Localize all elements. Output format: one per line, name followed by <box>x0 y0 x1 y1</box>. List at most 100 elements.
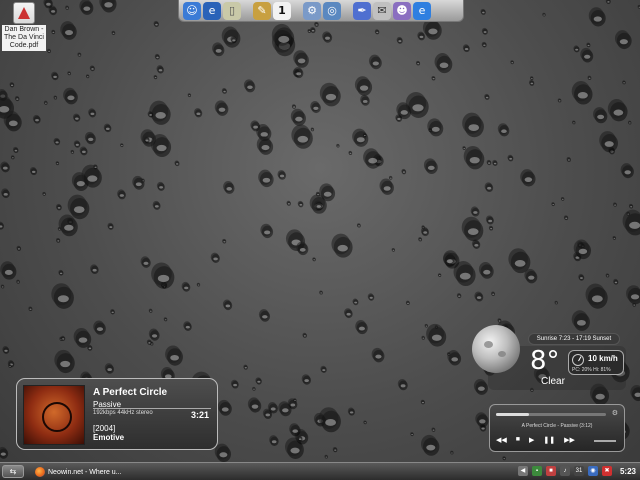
raindrop <box>132 175 145 190</box>
raindrop <box>374 29 380 35</box>
next-button[interactable]: ▶▶ <box>564 436 575 444</box>
raindrop <box>319 82 341 107</box>
raindrop <box>65 5 69 10</box>
ie-icon[interactable]: e <box>203 1 221 20</box>
raindrop <box>332 446 338 453</box>
wind-panel: 10 km/h PC: 20% Hi: 81% <box>568 350 624 375</box>
pen-icon[interactable]: ✒ <box>353 1 371 20</box>
music-widget[interactable]: A Perfect Circle Passive 192kbps 44kHz s… <box>16 378 218 450</box>
raindrop <box>310 26 316 34</box>
raindrop <box>222 238 227 244</box>
raindrop <box>104 363 115 374</box>
tools-icon[interactable]: ✎ <box>253 1 271 20</box>
raindrop <box>434 53 453 74</box>
raindrop <box>310 127 315 132</box>
raindrop <box>14 95 20 102</box>
people-icon[interactable]: ☻ <box>393 1 411 20</box>
volume-slider[interactable] <box>594 440 616 442</box>
raindrop <box>410 432 414 437</box>
raindrop <box>12 146 19 154</box>
raindrop <box>613 278 619 285</box>
system-tray: ◀ ▪ ■ ♪ 31 ◉ ✖ 5:23 <box>517 466 636 476</box>
raindrop <box>153 20 159 28</box>
alert-icon[interactable]: ✖ <box>601 466 612 476</box>
raindrop <box>291 124 313 149</box>
raindrop <box>51 283 74 309</box>
raindrop <box>58 269 64 276</box>
taskbar: ⇆ Neowin.net - Where u... ◀ ▪ ■ ♪ 31 ◉ ✖… <box>0 462 640 480</box>
raindrop <box>456 293 462 299</box>
globe-icon[interactable]: ◎ <box>323 1 341 20</box>
raindrop <box>32 114 41 124</box>
raindrop <box>462 112 484 138</box>
raindrop <box>79 0 94 15</box>
raindrop <box>290 108 306 126</box>
raindrop <box>29 166 38 176</box>
raindrop <box>210 252 220 263</box>
raindrop <box>84 131 96 145</box>
raindrop <box>0 446 9 459</box>
network-icon[interactable]: ▪ <box>531 466 542 476</box>
raindrop <box>405 300 410 306</box>
raindrop <box>528 79 535 86</box>
raindrop <box>0 161 10 173</box>
raindrop <box>9 82 15 88</box>
raindrop <box>230 379 239 389</box>
raindrop <box>319 290 323 295</box>
raindrop <box>588 7 606 27</box>
settings-icon[interactable]: ⚙ <box>303 1 321 20</box>
raindrop <box>53 137 61 146</box>
raindrop <box>420 226 429 237</box>
raindrop <box>47 48 51 54</box>
raindrop <box>214 100 229 116</box>
weather-temperature: 8° <box>530 346 560 376</box>
raindrop <box>165 345 183 366</box>
raindrop <box>302 332 307 338</box>
raindrop <box>530 76 534 81</box>
raindrop <box>140 256 151 268</box>
raindrop <box>51 29 56 35</box>
speaker-icon[interactable]: ♪ <box>559 466 570 476</box>
globe-tray-icon[interactable]: ◉ <box>587 466 598 476</box>
desktop-icon-pdf[interactable]: Dan Brown - The Da Vinci Code.pdf <box>2 2 46 51</box>
raindrop <box>580 47 594 63</box>
notes-icon[interactable]: ✉ <box>373 1 391 20</box>
nav-icon[interactable]: ◀ <box>517 466 528 476</box>
raindrop <box>379 178 394 195</box>
raindrop <box>250 120 261 132</box>
raindrop <box>152 200 161 210</box>
raindrop <box>613 202 617 207</box>
raindrop <box>630 385 640 402</box>
raindrop <box>626 285 640 305</box>
start-button[interactable]: ⇆ <box>2 465 24 478</box>
raindrop <box>2 346 10 354</box>
raindrop <box>488 225 494 231</box>
trash-icon[interactable]: ▯ <box>223 1 241 20</box>
raindrop <box>43 100 48 105</box>
taskbar-item-firefox[interactable]: Neowin.net - Where u... <box>32 465 152 479</box>
mini-player[interactable]: ⚙ A Perfect Circle - Passive (3:12) ◀◀ ■… <box>489 404 625 452</box>
raindrop <box>463 145 485 170</box>
raindrop <box>56 203 62 211</box>
gear-icon[interactable]: ⚙ <box>612 409 618 417</box>
raindrop <box>99 0 117 13</box>
raindrop <box>480 8 486 15</box>
raindrop <box>214 443 231 462</box>
raindrop <box>593 107 608 124</box>
raindrop <box>571 80 593 105</box>
play-button[interactable]: ▶ <box>529 436 534 444</box>
calendar-icon[interactable]: 1 <box>273 1 291 20</box>
finder-icon[interactable]: ☺ <box>183 1 201 20</box>
pause-button[interactable]: ❚❚ <box>543 436 555 444</box>
prev-button[interactable]: ◀◀ <box>496 436 507 444</box>
stop-button[interactable]: ■ <box>516 436 520 444</box>
raindrop <box>560 196 565 201</box>
seek-bar[interactable] <box>496 413 606 416</box>
raindrop <box>117 189 126 200</box>
browser-icon[interactable]: e <box>413 1 431 20</box>
raindrop <box>622 80 626 85</box>
raindrop <box>336 143 340 148</box>
mini-track: A Perfect Circle - Passive (3:12) <box>521 423 593 429</box>
security-icon[interactable]: ■ <box>545 466 556 476</box>
tray-date[interactable]: 31 <box>573 466 584 476</box>
